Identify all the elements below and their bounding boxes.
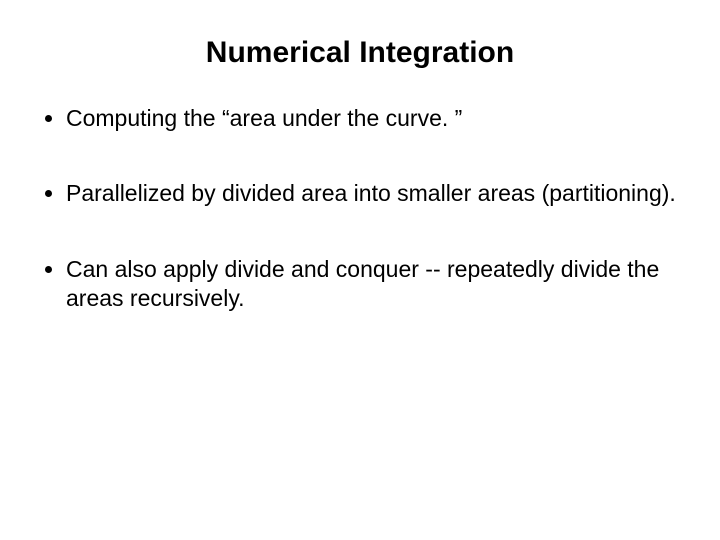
list-item: Parallelized by divided area into smalle… [66, 179, 684, 208]
list-item: Computing the “area under the curve. ” [66, 104, 684, 133]
bullet-list: Computing the “area under the curve. ” P… [36, 104, 684, 314]
slide-title: Numerical Integration [36, 36, 684, 70]
slide: Numerical Integration Computing the “are… [0, 0, 720, 540]
list-item: Can also apply divide and conquer -- rep… [66, 255, 684, 314]
